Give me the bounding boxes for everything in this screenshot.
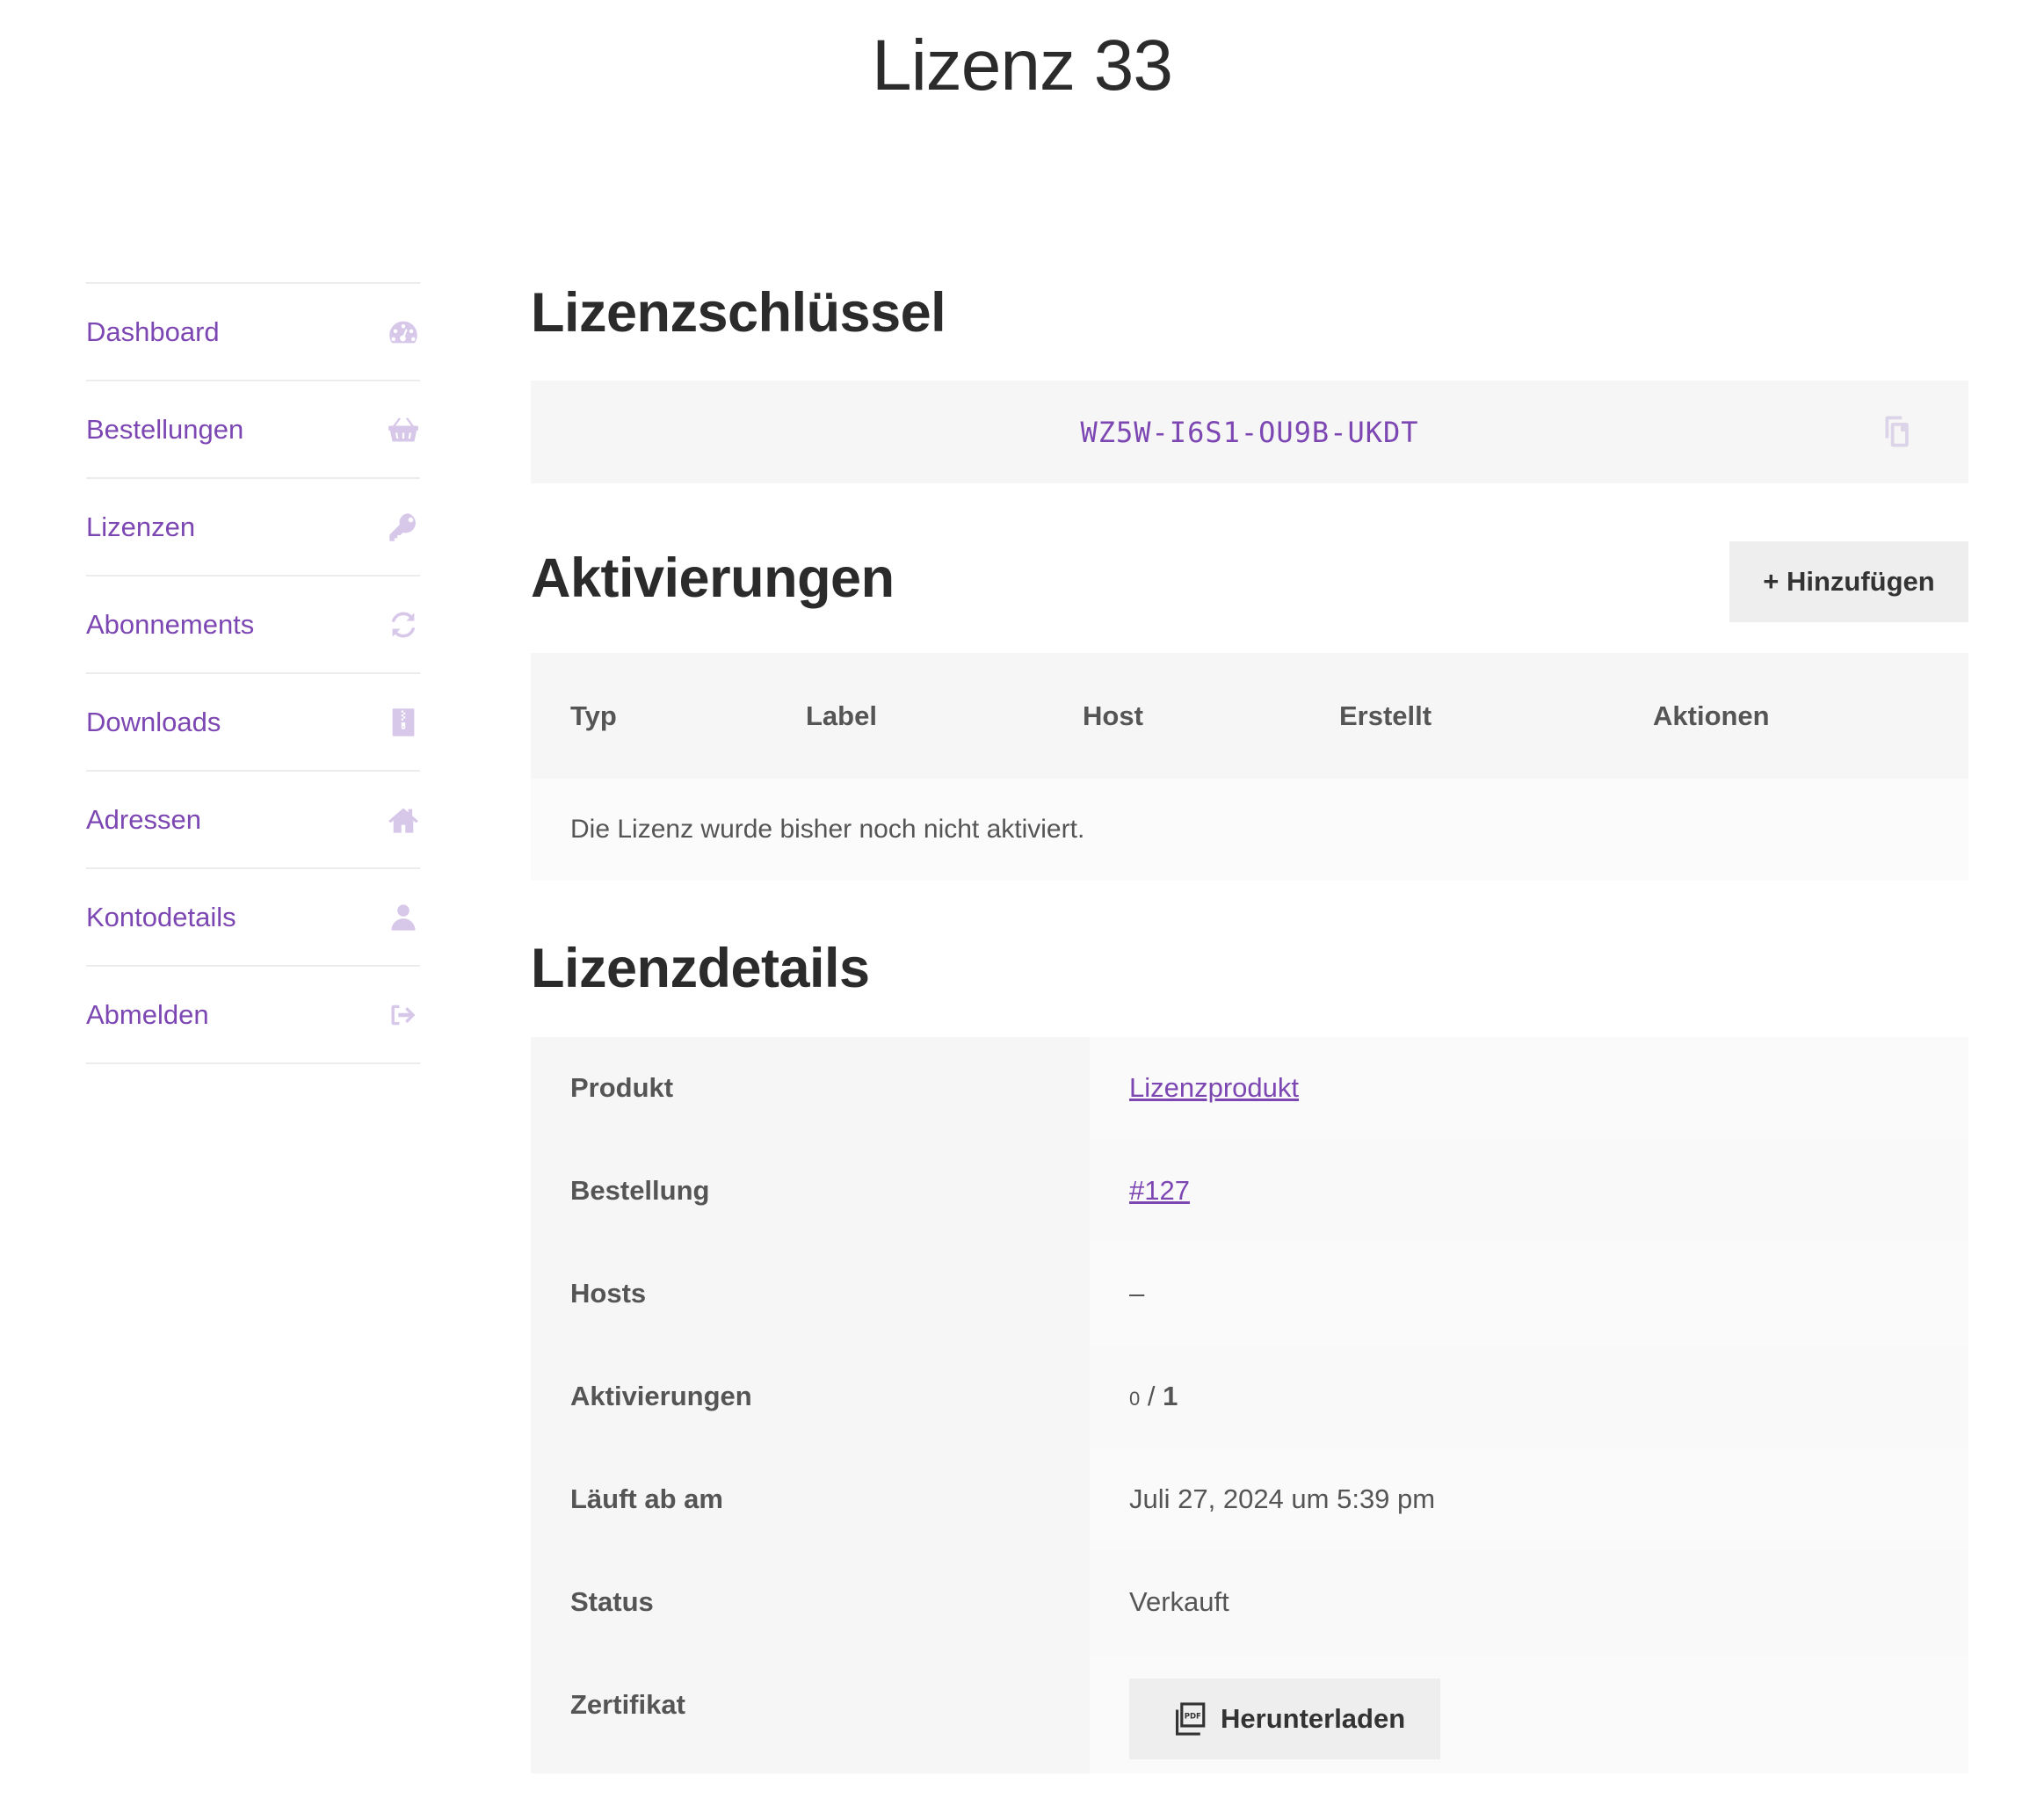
details-label: Läuft ab am bbox=[531, 1448, 1090, 1551]
activations-empty-message: Die Lizenz wurde bisher noch nicht aktiv… bbox=[531, 779, 1968, 881]
column-header-created: Erstellt bbox=[1339, 700, 1432, 731]
details-value: PDF Herunterladen bbox=[1090, 1654, 1968, 1773]
sidebar-item-downloads[interactable]: Downloads bbox=[86, 674, 420, 772]
user-icon bbox=[387, 901, 420, 934]
license-key-value[interactable]: WZ5W-I6S1-OU9B-UKDT bbox=[1080, 416, 1418, 449]
key-icon bbox=[387, 511, 420, 544]
license-key-heading: Lizenzschlüssel bbox=[531, 282, 946, 344]
activations-table-header: Typ Label Host Erstellt Aktionen bbox=[531, 653, 1968, 779]
copy-icon[interactable] bbox=[1879, 414, 1914, 449]
dashboard-icon bbox=[387, 315, 420, 349]
details-value: – bbox=[1090, 1243, 1968, 1345]
details-row-certificate: Zertifikat PDF Herunterladen bbox=[531, 1654, 1968, 1773]
activations-separator: / bbox=[1140, 1381, 1163, 1411]
details-row-hosts: Hosts – bbox=[531, 1243, 1968, 1345]
svg-text:PDF: PDF bbox=[1185, 1712, 1201, 1721]
sidebar-item-label[interactable]: Lizenzen bbox=[86, 511, 195, 543]
details-value: Verkauft bbox=[1090, 1551, 1968, 1654]
page-title: Lizenz 33 bbox=[871, 25, 1173, 105]
sidebar-item-label[interactable]: Abonnements bbox=[86, 609, 254, 641]
sidebar-item-label[interactable]: Abmelden bbox=[86, 999, 209, 1031]
sign-out-icon bbox=[387, 998, 420, 1032]
details-row-product: Produkt Lizenzprodukt bbox=[531, 1037, 1968, 1140]
sidebar-item-adressen[interactable]: Adressen bbox=[86, 772, 420, 869]
license-details-heading: Lizenzdetails bbox=[531, 938, 870, 999]
details-row-activations: Aktivierungen 0 / 1 bbox=[531, 1345, 1968, 1448]
details-value: #127 bbox=[1090, 1140, 1968, 1243]
file-archive-icon bbox=[387, 706, 420, 739]
sidebar-item-label[interactable]: Bestellungen bbox=[86, 414, 243, 446]
column-header-label: Label bbox=[806, 700, 877, 731]
sidebar-item-label[interactable]: Downloads bbox=[86, 707, 221, 738]
sidebar-item-abonnements[interactable]: Abonnements bbox=[86, 577, 420, 674]
sidebar-item-dashboard[interactable]: Dashboard bbox=[86, 284, 420, 381]
details-row-order: Bestellung #127 bbox=[531, 1140, 1968, 1243]
sidebar-item-kontodetails[interactable]: Kontodetails bbox=[86, 869, 420, 967]
activations-heading: Aktivierungen bbox=[531, 548, 895, 609]
license-key-box: WZ5W-I6S1-OU9B-UKDT bbox=[531, 381, 1968, 483]
column-header-actions: Aktionen bbox=[1653, 700, 1770, 731]
activations-used: 0 bbox=[1129, 1388, 1141, 1410]
sidebar-item-label[interactable]: Kontodetails bbox=[86, 902, 236, 933]
details-label: Aktivierungen bbox=[531, 1345, 1090, 1448]
details-label: Zertifikat bbox=[531, 1654, 1090, 1773]
download-certificate-button[interactable]: PDF Herunterladen bbox=[1129, 1679, 1440, 1759]
details-value: 0 / 1 bbox=[1090, 1345, 1968, 1448]
activations-limit: 1 bbox=[1163, 1381, 1178, 1411]
details-label: Status bbox=[531, 1551, 1090, 1654]
details-row-status: Status Verkauft bbox=[531, 1551, 1968, 1654]
add-activation-button[interactable]: + Hinzufügen bbox=[1729, 541, 1968, 622]
details-label: Hosts bbox=[531, 1243, 1090, 1345]
sidebar-item-lizenzen[interactable]: Lizenzen bbox=[86, 479, 420, 577]
account-navigation: Dashboard Bestellungen Lizenzen Abonneme… bbox=[86, 282, 420, 1064]
activations-table: Typ Label Host Erstellt Aktionen Die Liz… bbox=[531, 653, 1968, 881]
product-link[interactable]: Lizenzprodukt bbox=[1129, 1072, 1299, 1103]
sidebar-item-abmelden[interactable]: Abmelden bbox=[86, 967, 420, 1064]
basket-icon bbox=[387, 413, 420, 446]
pdf-icon: PDF bbox=[1171, 1701, 1208, 1737]
sidebar-item-label[interactable]: Adressen bbox=[86, 804, 201, 836]
details-value: Lizenzprodukt bbox=[1090, 1037, 1968, 1140]
refresh-icon bbox=[387, 608, 420, 642]
column-header-type: Typ bbox=[570, 700, 617, 731]
download-button-label[interactable]: Herunterladen bbox=[1221, 1703, 1405, 1735]
home-icon bbox=[387, 803, 420, 837]
details-label: Bestellung bbox=[531, 1140, 1090, 1243]
sidebar-item-label[interactable]: Dashboard bbox=[86, 316, 220, 348]
details-value: Juli 27, 2024 um 5:39 pm bbox=[1090, 1448, 1968, 1551]
license-details-table: Produkt Lizenzprodukt Bestellung #127 Ho… bbox=[531, 1037, 1968, 1773]
details-label: Produkt bbox=[531, 1037, 1090, 1140]
column-header-host: Host bbox=[1083, 700, 1143, 731]
order-link[interactable]: #127 bbox=[1129, 1175, 1190, 1206]
details-row-expires: Läuft ab am Juli 27, 2024 um 5:39 pm bbox=[531, 1448, 1968, 1551]
sidebar-item-bestellungen[interactable]: Bestellungen bbox=[86, 381, 420, 479]
